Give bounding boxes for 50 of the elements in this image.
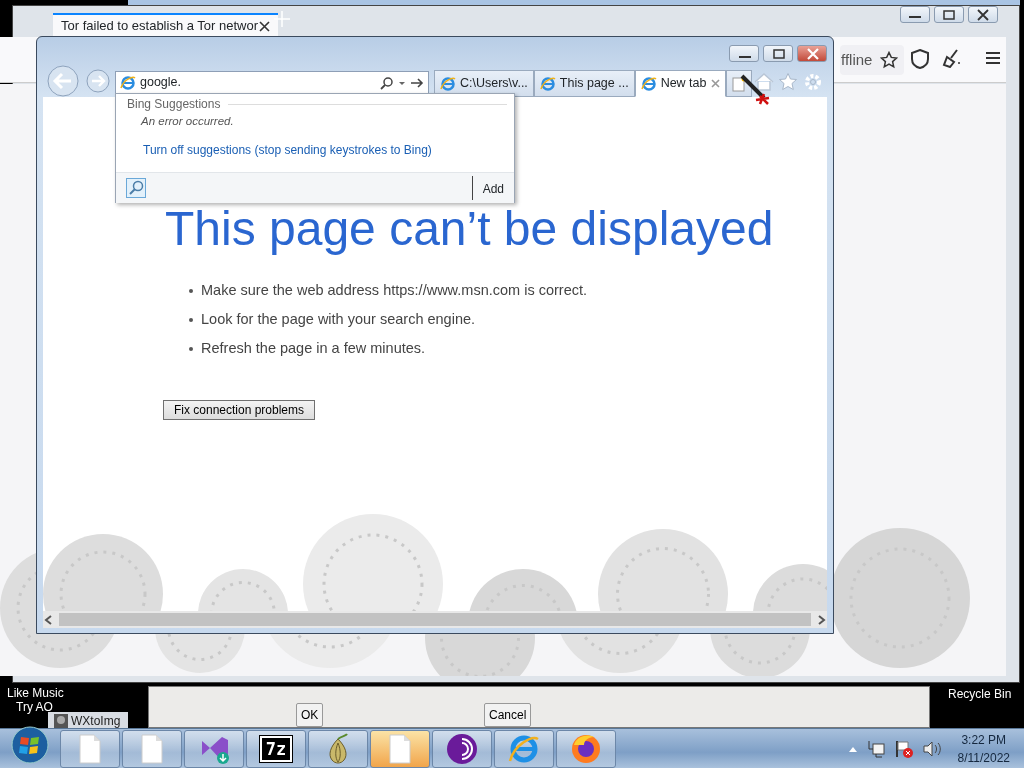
go-icon[interactable]: [410, 75, 424, 90]
error-message: An error occurred.: [141, 114, 234, 129]
bullet-icon: [189, 346, 193, 351]
browser-tab[interactable]: This page ...: [533, 70, 635, 97]
dropdown-header: Bing Suggestions: [127, 96, 221, 113]
desktop-label: Like Music: [7, 685, 64, 702]
taskbar-button[interactable]: [184, 729, 244, 768]
broom-icon[interactable]: [942, 48, 962, 68]
bullet-icon: [189, 317, 193, 322]
address-text: google.: [140, 74, 182, 92]
page-heading: This page can’t be displayed: [165, 205, 774, 253]
taskbar-button[interactable]: 7z: [246, 729, 306, 768]
error-tip: Look for the page with your search engine.: [201, 310, 476, 329]
address-field[interactable]: google.: [115, 71, 429, 94]
error-tip: Refresh the page in a few minutes.: [201, 339, 426, 358]
star-icon[interactable]: [778, 72, 798, 92]
desktop-label: Recycle Bin: [948, 686, 1012, 703]
search-icon[interactable]: [380, 75, 394, 90]
new-tab-icon[interactable]: [731, 75, 746, 92]
bullet-icon: [189, 288, 193, 293]
suggestions-link[interactable]: Turn off suggestions (stop sending keystrokes to Bing): [143, 141, 432, 159]
app-icon: [54, 714, 68, 728]
fix-connection-button[interactable]: Fix connection problems: [163, 400, 315, 420]
home-icon[interactable]: [753, 72, 775, 92]
close-icon[interactable]: [259, 20, 270, 32]
network-icon[interactable]: [865, 738, 886, 759]
cancel-button[interactable]: Cancel: [484, 703, 532, 727]
window-title: WXtoImg: [71, 713, 121, 730]
desktop-label: Try AO: [16, 699, 53, 716]
add-link[interactable]: Add: [482, 182, 504, 196]
shield-icon[interactable]: [911, 49, 929, 69]
address-text: ffline: [841, 49, 873, 70]
browser-tab[interactable]: New tab: [634, 70, 726, 97]
search-provider-icon[interactable]: [126, 178, 146, 198]
ok-button[interactable]: OK: [296, 703, 324, 727]
ie-icon: [640, 75, 657, 92]
taskbar-button[interactable]: [432, 729, 492, 768]
taskbar-button[interactable]: [556, 729, 616, 768]
action-center-icon[interactable]: [893, 738, 914, 759]
clock[interactable]: 3:22 PM 8/11/2022: [957, 730, 1010, 767]
address-bar[interactable]: ffline: [840, 45, 904, 75]
menu-icon[interactable]: [985, 51, 1001, 65]
ie-icon: [440, 75, 456, 92]
start-button[interactable]: [8, 726, 52, 764]
ie-icon: [539, 75, 556, 92]
browser-tab[interactable]: Tor failed to establish a Tor networ: [53, 13, 278, 37]
error-tip: Make sure the web address https://www.msn.com is correct.: [201, 281, 587, 300]
star-icon[interactable]: [880, 51, 898, 69]
ie-icon: [120, 74, 136, 91]
tab-title: Tor failed to establish a Tor networ: [61, 17, 259, 36]
